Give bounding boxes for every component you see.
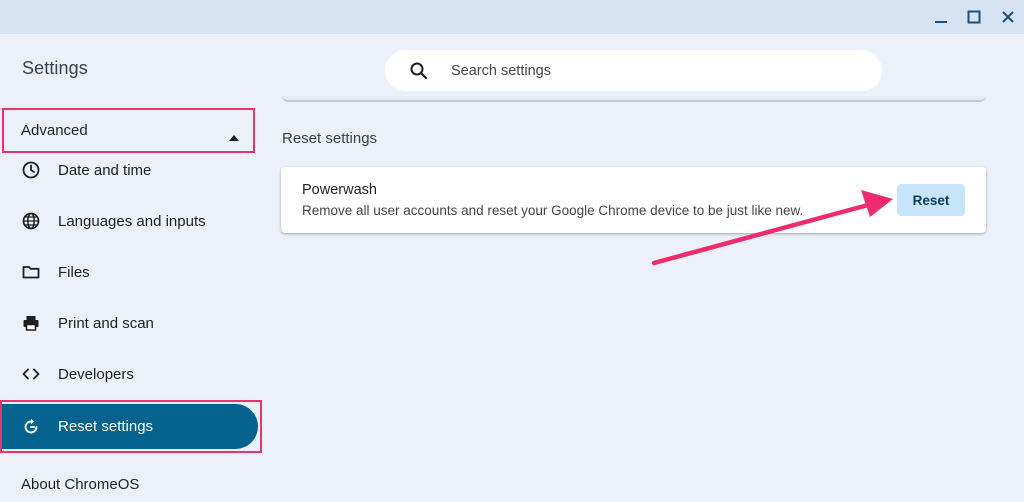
maximize-icon[interactable] bbox=[964, 7, 984, 27]
sidebar-section-label: Advanced bbox=[21, 122, 88, 139]
search-icon bbox=[409, 61, 429, 81]
minimize-icon[interactable] bbox=[931, 7, 951, 27]
section-title: Reset settings bbox=[282, 130, 378, 147]
sidebar-item-label: Files bbox=[58, 263, 90, 281]
powerwash-description: Remove all user accounts and reset your … bbox=[302, 203, 804, 218]
sidebar-item-about-chromeos[interactable]: About ChromeOS bbox=[21, 476, 139, 493]
clock-icon bbox=[21, 160, 41, 180]
sidebar-item-label: Reset settings bbox=[58, 418, 154, 435]
previous-card-edge bbox=[282, 96, 986, 102]
sidebar-item-label: Print and scan bbox=[58, 314, 154, 332]
reset-button[interactable]: Reset bbox=[897, 184, 965, 216]
title-bar bbox=[0, 0, 1024, 34]
folder-icon bbox=[21, 262, 41, 282]
sidebar-section-advanced[interactable]: Advanced bbox=[2, 108, 255, 153]
sidebar-item-files[interactable]: Files bbox=[0, 252, 258, 292]
search-input[interactable] bbox=[451, 50, 851, 91]
printer-icon bbox=[21, 313, 41, 333]
powerwash-card: Powerwash Remove all user accounts and r… bbox=[281, 167, 986, 233]
powerwash-title: Powerwash bbox=[302, 182, 377, 198]
reset-icon bbox=[21, 417, 41, 437]
close-icon[interactable] bbox=[998, 7, 1018, 27]
sidebar-item-reset-settings[interactable]: Reset settings bbox=[0, 404, 258, 449]
sidebar-item-print-and-scan[interactable]: Print and scan bbox=[0, 303, 258, 343]
sidebar-item-label: Date and time bbox=[58, 161, 152, 179]
sidebar-item-label: Languages and inputs bbox=[58, 212, 206, 230]
code-icon bbox=[21, 364, 41, 384]
sidebar-item-languages-and-inputs[interactable]: Languages and inputs bbox=[0, 201, 258, 241]
search-box[interactable] bbox=[385, 50, 882, 91]
sidebar: Advanced Date and time Languages and inp… bbox=[0, 100, 270, 502]
settings-window: Settings Advanced Date and time bbox=[0, 0, 1024, 502]
sidebar-item-date-and-time[interactable]: Date and time bbox=[0, 150, 258, 190]
globe-icon bbox=[21, 211, 41, 231]
app-title: Settings bbox=[22, 58, 88, 78]
caret-up-icon bbox=[229, 128, 239, 146]
sidebar-item-developers[interactable]: Developers bbox=[0, 354, 258, 394]
sidebar-item-label: Developers bbox=[58, 365, 134, 383]
